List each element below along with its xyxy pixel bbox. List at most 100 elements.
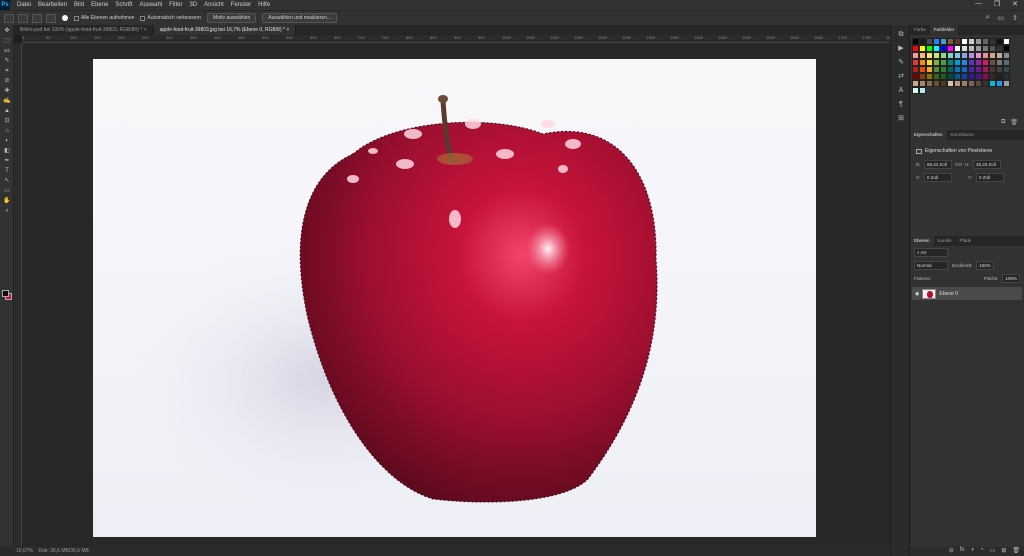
zoom-tool-icon[interactable]: ⌕ xyxy=(2,208,12,215)
swap-icon[interactable]: ⇄ xyxy=(896,73,906,81)
color-swatch[interactable] xyxy=(919,52,926,59)
width-field[interactable]: 66,44 Zoll xyxy=(924,160,952,169)
color-swatch[interactable] xyxy=(926,38,933,45)
color-swatch[interactable] xyxy=(1003,66,1010,73)
opacity-field[interactable]: 100% xyxy=(976,261,994,270)
color-swatch[interactable] xyxy=(982,66,989,73)
color-swatch[interactable] xyxy=(989,38,996,45)
color-swatch[interactable] xyxy=(989,80,996,87)
color-swatch[interactable] xyxy=(989,73,996,80)
actions-icon[interactable]: ▶ xyxy=(896,45,906,53)
color-swatch[interactable] xyxy=(947,45,954,52)
color-swatch[interactable] xyxy=(954,80,961,87)
color-swatch[interactable] xyxy=(961,73,968,80)
menu-3d[interactable]: 3D xyxy=(189,2,197,8)
tab-ebenen[interactable]: Ebenen xyxy=(910,236,934,246)
history-icon[interactable]: ⧉ xyxy=(896,31,906,39)
layer-name[interactable]: Ebene 0 xyxy=(939,291,958,297)
tab-close-icon[interactable]: × xyxy=(286,27,289,33)
brush-tool-icon[interactable]: ✍ xyxy=(2,98,12,105)
auto-enhance-checkbox[interactable]: Automatisch verbessern xyxy=(140,15,201,21)
tab-apple-jpg[interactable]: apple-food-fruit-39803.jpg bei 16,7% (Eb… xyxy=(153,25,297,35)
color-swatch[interactable] xyxy=(961,52,968,59)
color-swatch[interactable] xyxy=(982,38,989,45)
layer-filter-select[interactable]: ⌕ Art xyxy=(914,248,948,257)
color-swatch[interactable] xyxy=(954,73,961,80)
color-swatch[interactable] xyxy=(989,45,996,52)
crop-tool-icon[interactable]: ⌗ xyxy=(2,68,12,75)
color-swatch[interactable] xyxy=(912,66,919,73)
app-logo-icon[interactable]: Ps xyxy=(0,0,10,10)
color-swatch[interactable] xyxy=(947,66,954,73)
fx-icon[interactable]: fx xyxy=(960,547,965,556)
color-swatch[interactable] xyxy=(968,66,975,73)
color-swatch[interactable] xyxy=(968,38,975,45)
select-subject-button[interactable]: Motiv auswählen xyxy=(207,13,257,23)
tab-kanaele[interactable]: Kanäle xyxy=(934,236,956,246)
canvas-area[interactable] xyxy=(22,43,890,546)
eyedropper-tool-icon[interactable]: ⊘ xyxy=(2,78,12,85)
color-swatch[interactable] xyxy=(961,45,968,52)
color-swatch[interactable] xyxy=(975,80,982,87)
color-swatch[interactable] xyxy=(954,45,961,52)
tab-farbfelder[interactable]: Farbfelder xyxy=(929,25,959,35)
color-swatch[interactable] xyxy=(940,59,947,66)
path-select-tool-icon[interactable]: ↖ xyxy=(2,178,12,185)
color-swatch[interactable] xyxy=(996,52,1003,59)
delete-swatch-icon[interactable]: 🗑 xyxy=(1010,119,1018,126)
color-swatch[interactable] xyxy=(968,73,975,80)
tab-korrekturen[interactable]: Korrekturen xyxy=(947,130,979,140)
menu-bearbeiten[interactable]: Bearbeiten xyxy=(38,2,67,8)
color-swatch[interactable] xyxy=(975,59,982,66)
checkbox-box[interactable] xyxy=(74,15,79,21)
color-swatch[interactable] xyxy=(912,80,919,87)
color-swatch[interactable] xyxy=(982,80,989,87)
color-swatch[interactable] xyxy=(975,38,982,45)
color-swatch[interactable] xyxy=(996,80,1003,87)
color-swatch[interactable] xyxy=(996,66,1003,73)
marquee-tool-icon[interactable]: ⬚ xyxy=(2,38,12,45)
share-icon[interactable]: ⇪ xyxy=(1012,14,1018,22)
color-swatch[interactable] xyxy=(926,52,933,59)
restore-icon[interactable]: ❐ xyxy=(994,0,1000,8)
layer-row[interactable]: ◉ Ebene 0 xyxy=(912,287,1022,300)
menu-filter[interactable]: Filter xyxy=(169,2,182,8)
color-swatch[interactable] xyxy=(919,45,926,52)
color-swatch[interactable] xyxy=(926,45,933,52)
color-swatch[interactable] xyxy=(954,59,961,66)
color-swatch[interactable] xyxy=(996,38,1003,45)
color-swatch[interactable] xyxy=(940,38,947,45)
color-swatch[interactable] xyxy=(968,52,975,59)
workspace-icon[interactable]: ▭ xyxy=(998,14,1005,22)
color-swatch[interactable] xyxy=(989,66,996,73)
color-swatch[interactable] xyxy=(975,52,982,59)
color-swatch[interactable] xyxy=(919,87,926,94)
libraries-icon[interactable]: ⊞ xyxy=(896,115,906,123)
color-swatch[interactable] xyxy=(982,45,989,52)
select-and-mask-button[interactable]: Auswählen und maskieren... xyxy=(262,13,338,23)
stamp-tool-icon[interactable]: ▲ xyxy=(2,108,12,115)
color-swatch[interactable] xyxy=(947,52,954,59)
healing-tool-icon[interactable]: ✚ xyxy=(2,88,12,95)
color-swatch[interactable] xyxy=(982,52,989,59)
blend-mode-select[interactable]: Normal xyxy=(914,261,948,270)
visibility-eye-icon[interactable]: ◉ xyxy=(915,291,919,297)
zoom-readout[interactable]: 16,67% xyxy=(16,548,33,554)
link-layers-icon[interactable]: ⊖ xyxy=(949,547,954,556)
color-swatch[interactable] xyxy=(975,66,982,73)
brush-size-icon[interactable] xyxy=(62,15,68,21)
color-swatch[interactable] xyxy=(940,45,947,52)
color-swatch[interactable] xyxy=(961,59,968,66)
color-swatch[interactable] xyxy=(940,73,947,80)
color-swatch[interactable] xyxy=(1003,80,1010,87)
quick-select-tool-icon[interactable]: ✎ xyxy=(2,58,12,65)
color-swatch[interactable] xyxy=(968,45,975,52)
tool-preset-picker[interactable] xyxy=(4,13,14,23)
color-swatch[interactable] xyxy=(961,66,968,73)
fill-field[interactable]: 100% xyxy=(1002,274,1020,283)
color-swatch[interactable] xyxy=(933,80,940,87)
color-swatch[interactable] xyxy=(989,52,996,59)
menu-fenster[interactable]: Fenster xyxy=(231,2,251,8)
tab-bildre-psd[interactable]: Bildre.psd bei 100% (apple-food-fruit-39… xyxy=(14,25,154,35)
color-swatch[interactable] xyxy=(912,87,919,94)
